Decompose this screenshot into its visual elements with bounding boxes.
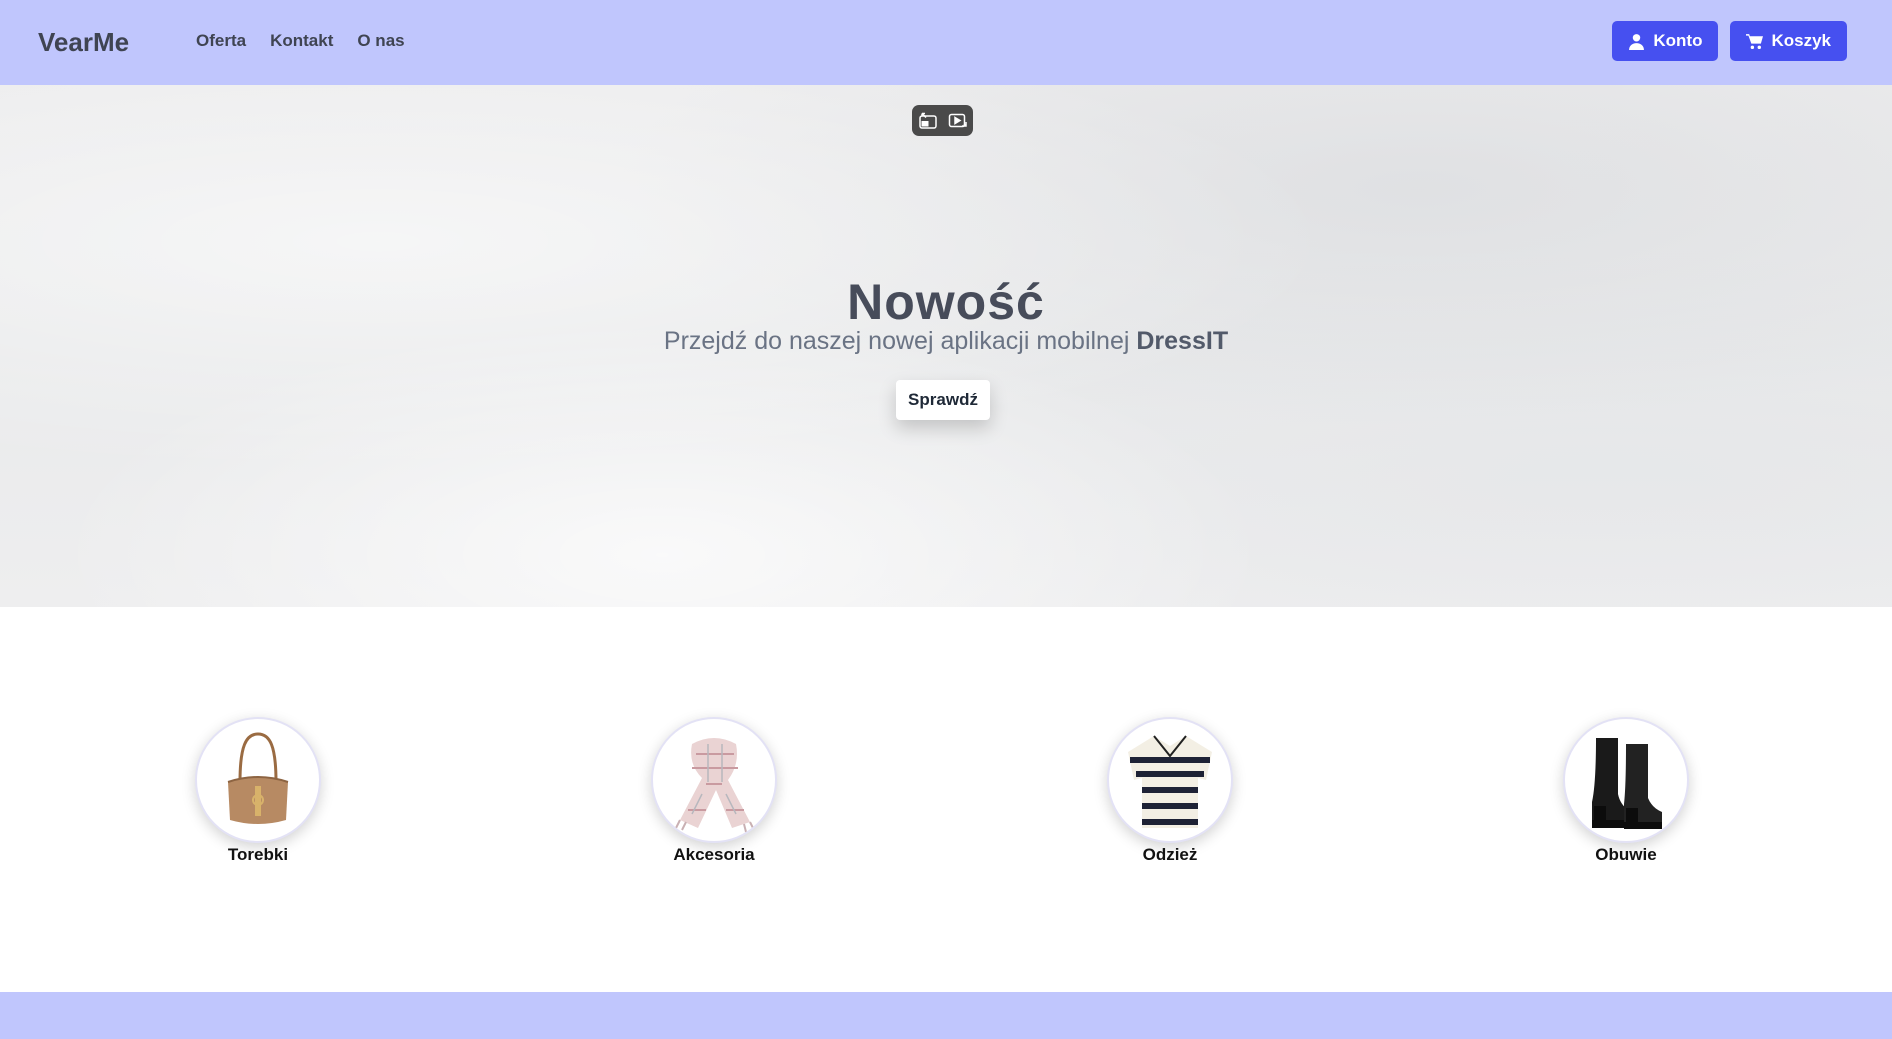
nav-link-o-nas[interactable]: O nas (357, 31, 404, 51)
hero-title: Nowość (847, 274, 1045, 330)
user-icon (1629, 33, 1645, 50)
category-image (1563, 717, 1689, 843)
video-play-icon[interactable] (948, 112, 968, 130)
category-akcesoria[interactable]: Akcesoria (614, 717, 814, 865)
check-app-button[interactable]: Sprawdź (896, 380, 990, 420)
hero-banner: Nowość Przejdź do naszej nowej aplikacji… (0, 85, 1892, 607)
category-label: Obuwie (1595, 845, 1657, 864)
brand-logo[interactable]: VearMe (38, 27, 129, 58)
hero-app-name: DressIT (1136, 327, 1229, 355)
picture-in-picture-icon[interactable] (918, 112, 938, 130)
scarf-icon (675, 738, 755, 833)
nav-link-oferta[interactable]: Oferta (196, 31, 246, 51)
category-image (1107, 717, 1233, 843)
handbag-icon (227, 732, 289, 824)
account-button[interactable]: Konto (1612, 21, 1719, 61)
category-obuwie[interactable]: Obuwie (1526, 717, 1726, 865)
category-section: Torebki Akcesoria Odzież Obuwie (0, 607, 1892, 992)
category-label: Odzież (1142, 845, 1198, 864)
category-image (651, 717, 777, 843)
navbar: VearMe Oferta Kontakt O nas Konto Koszyk (0, 0, 1892, 85)
striped-shirt-icon (1128, 735, 1212, 828)
boots-icon (1592, 738, 1662, 829)
main-nav: Oferta Kontakt O nas (196, 31, 405, 51)
video-overlay-controls (912, 105, 973, 136)
nav-link-kontakt[interactable]: Kontakt (270, 31, 333, 51)
cart-icon (1746, 33, 1764, 49)
category-odziez[interactable]: Odzież (1070, 717, 1270, 865)
hero-subtitle: Przejdź do naszej nowej aplikacji mobiln… (0, 327, 1892, 356)
category-image (195, 717, 321, 843)
account-button-label: Konto (1653, 31, 1703, 50)
cart-button-label: Koszyk (1771, 31, 1831, 50)
category-label: Torebki (227, 845, 289, 864)
footer-bar (0, 992, 1892, 1039)
nav-actions: Konto Koszyk (1612, 21, 1847, 61)
category-torebki[interactable]: Torebki (158, 717, 358, 865)
hero-subtitle-text: Przejdź do naszej nowej aplikacji mobiln… (663, 327, 1130, 355)
cart-button[interactable]: Koszyk (1730, 21, 1847, 61)
category-label: Akcesoria (673, 845, 755, 864)
